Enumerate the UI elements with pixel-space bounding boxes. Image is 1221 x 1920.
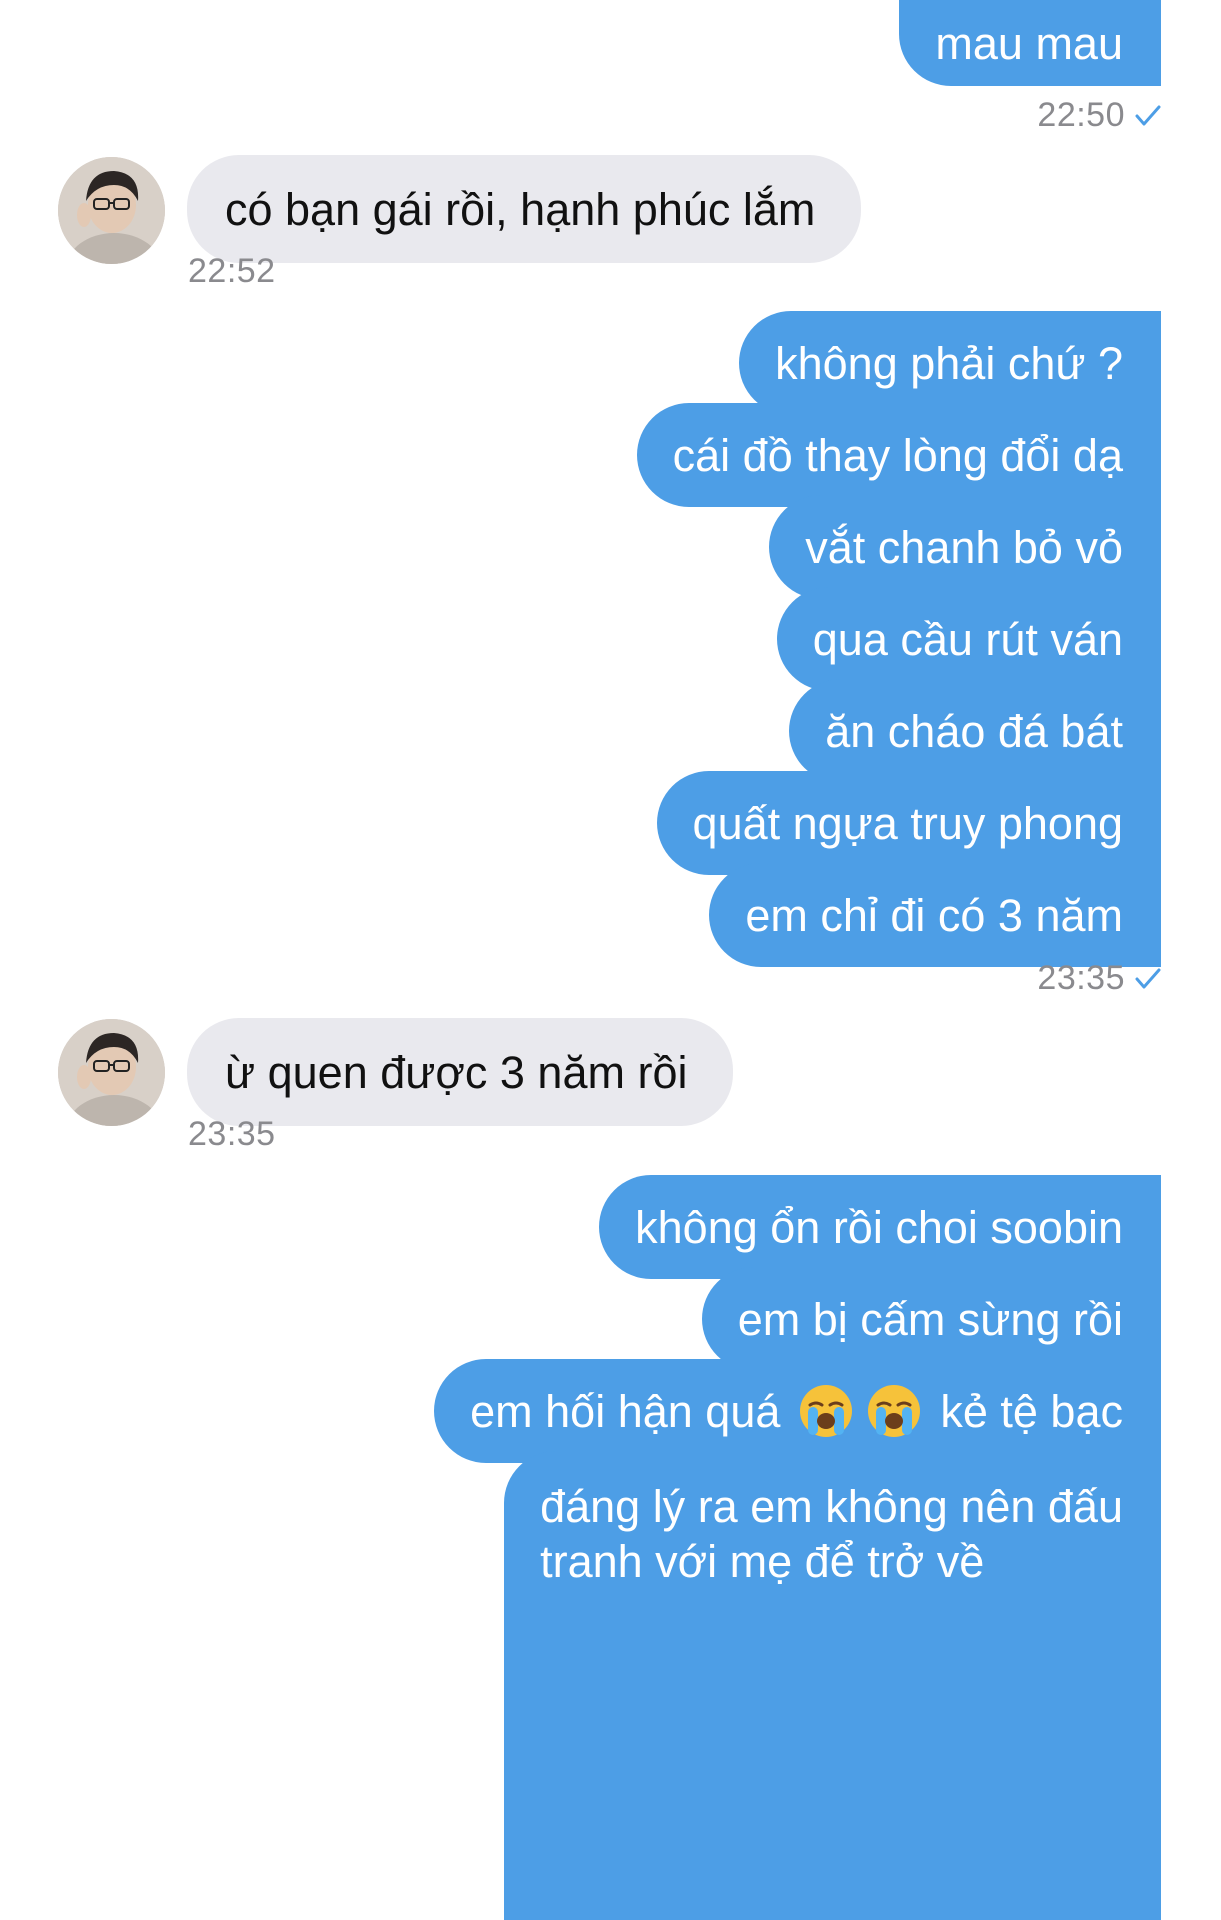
message-timestamp: 23:35 xyxy=(188,1115,276,1153)
message-timestamp: 22:52 xyxy=(188,252,276,290)
message-text: có bạn gái rồi, hạnh phúc lắm xyxy=(225,183,816,235)
loudly-crying-face-emoji xyxy=(866,1383,922,1439)
message-text: vắt chanh bỏ vỏ xyxy=(805,521,1123,573)
message-timestamp: 23:35 xyxy=(1037,959,1161,998)
outgoing-message[interactable]: không ổn rồi choi soobin xyxy=(599,1175,1161,1279)
outgoing-message[interactable]: đáng lý ra em không nên đấu tranh với mẹ… xyxy=(504,1451,1161,1920)
loudly-crying-face-emoji xyxy=(798,1383,854,1439)
message-text: kẻ tệ bạc xyxy=(940,1385,1123,1437)
outgoing-message[interactable]: ăn cháo đá bát xyxy=(789,679,1161,783)
incoming-message[interactable]: ừ quen được 3 năm rồi xyxy=(187,1018,734,1126)
outgoing-message[interactable]: cái đồ thay lòng đổi dạ xyxy=(636,403,1161,507)
message-text: cái đồ thay lòng đổi dạ xyxy=(672,429,1123,481)
outgoing-message[interactable]: không phải chứ ? xyxy=(739,311,1161,415)
message-text: ăn cháo đá bát xyxy=(825,705,1123,757)
message-text: không phải chứ ? xyxy=(775,337,1123,389)
outgoing-message[interactable]: qua cầu rút ván xyxy=(776,587,1161,691)
message-text-line: tranh với mẹ để trở về xyxy=(540,1536,985,1587)
message-text: quất ngựa truy phong xyxy=(692,797,1123,849)
message-timestamp: 22:50 xyxy=(1037,96,1161,135)
message-text: ừ quen được 3 năm rồi xyxy=(225,1046,688,1098)
checkmark-icon xyxy=(1135,967,1161,991)
message-text: qua cầu rút ván xyxy=(812,613,1123,665)
incoming-message[interactable]: có bạn gái rồi, hạnh phúc lắm xyxy=(187,155,862,263)
message-text: em chỉ đi có 3 năm xyxy=(745,889,1123,941)
outgoing-message[interactable]: em hối hận quá kẻ tệ bạc xyxy=(434,1359,1161,1463)
outgoing-message[interactable]: em bị cấm sừng rồi xyxy=(701,1267,1161,1371)
outgoing-message[interactable]: quất ngựa truy phong xyxy=(656,771,1161,875)
message-text: mau mau xyxy=(935,17,1123,69)
avatar[interactable] xyxy=(58,157,165,264)
message-text: em bị cấm sừng rồi xyxy=(737,1293,1123,1345)
avatar[interactable] xyxy=(58,1019,165,1126)
outgoing-message[interactable]: mau mau xyxy=(899,0,1161,86)
message-text-line: đáng lý ra em không nên đấu xyxy=(540,1481,1123,1532)
outgoing-message[interactable]: em chỉ đi có 3 năm xyxy=(709,863,1161,967)
checkmark-icon xyxy=(1135,104,1161,128)
outgoing-message[interactable]: vắt chanh bỏ vỏ xyxy=(769,495,1161,599)
message-text: em hối hận quá xyxy=(470,1385,781,1437)
message-text: không ổn rồi choi soobin xyxy=(635,1201,1123,1253)
